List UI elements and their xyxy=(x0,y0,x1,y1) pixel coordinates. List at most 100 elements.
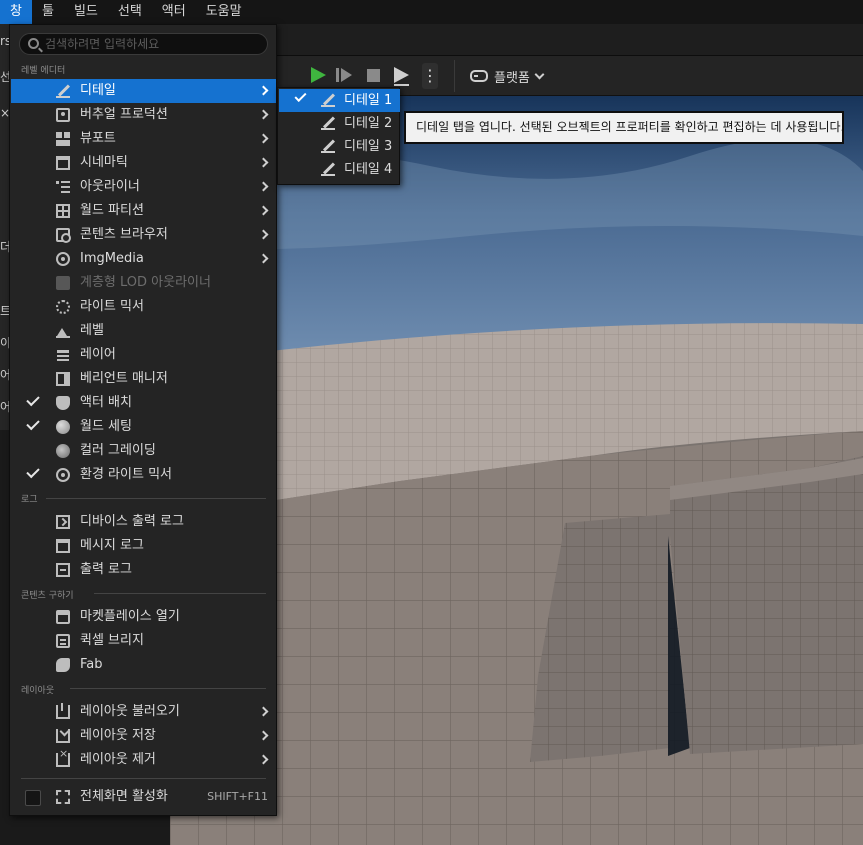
lod-icon xyxy=(56,276,70,290)
menu-item-world-partition[interactable]: 월드 파티션 xyxy=(11,199,276,223)
menu-item-message-log[interactable]: 메시지 로그 xyxy=(11,534,276,558)
partition-icon xyxy=(56,204,70,218)
platforms-button[interactable]: 플랫폼 xyxy=(470,64,545,88)
chevron-right-icon xyxy=(258,205,269,216)
menu-item-world-settings[interactable]: 월드 세팅 xyxy=(11,415,276,439)
menu-item-output-log[interactable]: 출력 로그 xyxy=(11,558,276,582)
menu-item-levels[interactable]: 레벨 xyxy=(11,319,276,343)
pencil-icon xyxy=(321,139,335,153)
layers-icon xyxy=(56,348,70,362)
menu-search-box xyxy=(19,33,268,55)
shortcut-label: SHIFT+F11 xyxy=(207,790,268,803)
camera-icon xyxy=(56,108,70,122)
menu-item-quixel-bridge[interactable]: 퀵셀 브리지 xyxy=(11,629,276,653)
section-divider xyxy=(70,688,266,689)
menu-item-label: 계층형 LOD 아웃라이너 xyxy=(80,275,211,290)
menu-search-input[interactable] xyxy=(45,34,265,54)
viewport-icon xyxy=(56,132,70,146)
clapper-icon xyxy=(56,156,70,170)
menu-item-label: 레이아웃 불러오기 xyxy=(80,704,180,719)
fullscreen-checkbox[interactable] xyxy=(25,790,41,806)
details-tooltip: 디테일 탭을 엽니다. 선택된 오브젝트의 프로퍼티를 확인하고 편집하는 데 … xyxy=(404,111,844,144)
layout-remove-icon xyxy=(56,747,70,767)
gamepad-icon xyxy=(470,70,488,82)
menu-item-content-browser[interactable]: 콘텐츠 브라우저 xyxy=(11,223,276,247)
section-divider xyxy=(46,498,266,499)
menu-item-label: 전체화면 활성화 xyxy=(80,789,168,804)
menu-item-label: 레이아웃 제거 xyxy=(80,752,156,767)
menu-item-label: 레이어 xyxy=(80,347,116,362)
eject-icon[interactable] xyxy=(392,64,412,86)
section-header-log: 로그 xyxy=(21,495,38,505)
menu-item-remove-layout[interactable]: 레이아웃 제거 xyxy=(11,747,276,772)
menu-select[interactable]: 선택 xyxy=(108,0,152,24)
details-submenu: 디테일 1 디테일 2 디테일 3 디테일 4 xyxy=(277,87,400,185)
chevron-right-icon xyxy=(258,181,269,192)
menu-item-label: 디테일 xyxy=(80,83,116,98)
chevron-right-icon xyxy=(258,109,269,120)
menu-item-label: 베리언트 매니저 xyxy=(80,371,168,386)
submenu-item-details-3[interactable]: 디테일 3 xyxy=(279,135,400,158)
menu-item-details[interactable]: 디테일 xyxy=(11,79,276,103)
menu-item-hlod-outliner: 계층형 LOD 아웃라이너 xyxy=(11,271,276,295)
menu-item-layers[interactable]: 레이어 xyxy=(11,343,276,367)
submenu-item-details-1[interactable]: 디테일 1 xyxy=(279,89,400,112)
platforms-label: 플랫폼 xyxy=(494,70,530,86)
section-header-level-editor: 레벨 에디터 xyxy=(21,66,66,76)
chevron-right-icon xyxy=(258,253,269,264)
chevron-right-icon xyxy=(258,730,269,741)
menu-item-label: 콘텐츠 브라우저 xyxy=(80,227,168,242)
menu-item-fullscreen[interactable]: 전체화면 활성화 SHIFT+F11 xyxy=(11,785,276,809)
stop-icon[interactable] xyxy=(364,64,384,86)
menu-item-marketplace[interactable]: 마켓플레이스 열기 xyxy=(11,605,276,629)
menu-item-outliner[interactable]: 아웃라이너 xyxy=(11,175,276,199)
message-log-icon xyxy=(56,539,70,553)
chevron-right-icon xyxy=(258,229,269,240)
menu-item-variant-manager[interactable]: 베리언트 매니저 xyxy=(11,367,276,391)
advance-frame-icon[interactable] xyxy=(334,64,354,86)
menu-item-env-light-mixer[interactable]: 환경 라이트 믹서 xyxy=(11,463,276,487)
variant-icon xyxy=(56,372,70,386)
menu-build[interactable]: 빌드 xyxy=(64,0,108,24)
menu-item-label: 환경 라이트 믹서 xyxy=(80,467,172,482)
chevron-right-icon xyxy=(258,754,269,765)
menu-help[interactable]: 도움말 xyxy=(196,0,252,24)
list-icon xyxy=(56,180,70,194)
menu-tools[interactable]: 툴 xyxy=(32,0,64,24)
play-icon[interactable] xyxy=(308,64,328,86)
menu-item-virtual-production[interactable]: 버추얼 프로덕션 xyxy=(11,103,276,127)
env-light-icon xyxy=(56,468,70,482)
submenu-item-details-2[interactable]: 디테일 2 xyxy=(279,112,400,135)
window-menu-dropdown: 레벨 에디터 디테일 버추얼 프로덕션 뷰포트 시네마틱 아웃라이너 월드 파티… xyxy=(9,24,277,816)
more-options-icon[interactable]: ⋮ xyxy=(422,63,438,89)
submenu-item-details-4[interactable]: 디테일 4 xyxy=(279,158,400,181)
menu-item-viewport[interactable]: 뷰포트 xyxy=(11,127,276,151)
menu-item-fab[interactable]: Fab xyxy=(11,653,276,677)
menu-item-label: 버추얼 프로덕션 xyxy=(80,107,168,122)
menu-item-label: 마켓플레이스 열기 xyxy=(80,609,180,624)
menu-item-color-grading[interactable]: 컬러 그레이딩 xyxy=(11,439,276,463)
section-divider xyxy=(94,593,266,594)
bridge-icon xyxy=(56,634,70,648)
menu-item-label: 출력 로그 xyxy=(80,562,132,577)
menu-actor[interactable]: 액터 xyxy=(152,0,196,24)
menu-item-imgmedia[interactable]: ImgMedia xyxy=(11,247,276,271)
menu-item-label: 컬러 그레이딩 xyxy=(80,443,156,458)
layout-save-icon xyxy=(56,729,70,743)
menu-item-cinematics[interactable]: 시네마틱 xyxy=(11,151,276,175)
menu-item-place-actors[interactable]: 액터 배치 xyxy=(11,391,276,415)
menu-item-device-output-log[interactable]: 디바이스 출력 로그 xyxy=(11,510,276,534)
section-header-layout: 레이아웃 xyxy=(21,686,55,696)
menu-item-label: Fab xyxy=(80,657,103,672)
menu-item-light-mixer[interactable]: 라이트 믹서 xyxy=(11,295,276,319)
chevron-right-icon xyxy=(258,706,269,717)
search-icon xyxy=(28,38,39,49)
level-icon xyxy=(56,324,70,338)
main-menubar: 창 툴 빌드 선택 액터 도움말 xyxy=(0,0,863,24)
globe-icon xyxy=(56,420,70,434)
menu-window[interactable]: 창 xyxy=(0,0,32,24)
menu-item-label: 디바이스 출력 로그 xyxy=(80,514,184,529)
menu-item-load-layout[interactable]: 레이아웃 불러오기 xyxy=(11,700,276,724)
fullscreen-icon xyxy=(56,790,70,804)
menu-item-save-layout[interactable]: 레이아웃 저장 xyxy=(11,724,276,748)
